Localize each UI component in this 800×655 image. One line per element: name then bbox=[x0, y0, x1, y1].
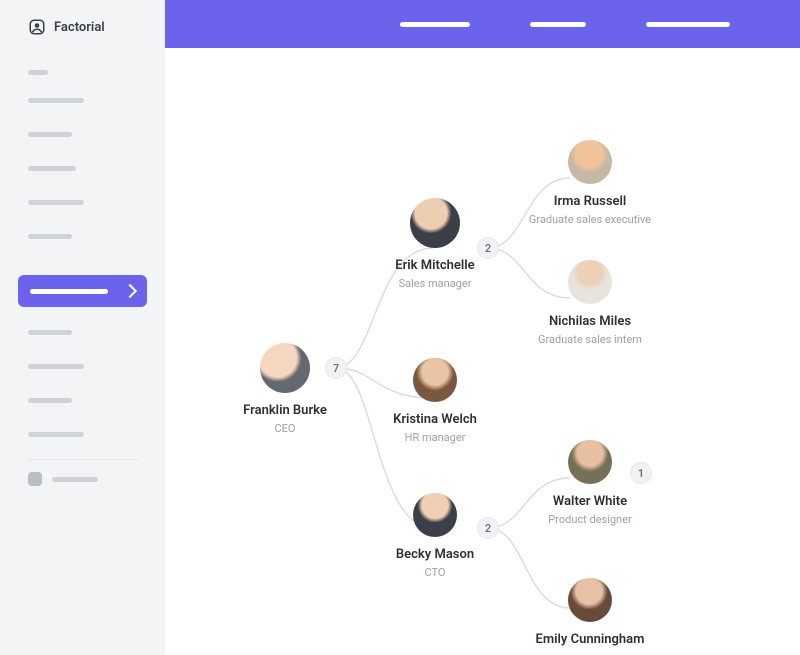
org-node[interactable]: Nichilas Miles Graduate sales intern bbox=[515, 260, 665, 346]
person-role: Sales manager bbox=[360, 277, 510, 290]
sidebar: Factorial bbox=[0, 0, 165, 655]
sidebar-item[interactable] bbox=[28, 357, 145, 375]
count-value: 2 bbox=[485, 242, 491, 255]
count-value: 2 bbox=[485, 522, 491, 535]
org-node[interactable]: Emily Cunningham bbox=[515, 578, 665, 651]
top-header bbox=[165, 0, 800, 48]
person-name: Irma Russell bbox=[515, 194, 665, 209]
count-value: 1 bbox=[638, 467, 644, 480]
nav-group-2 bbox=[0, 323, 165, 486]
sidebar-item[interactable] bbox=[28, 91, 145, 109]
org-node[interactable]: Irma Russell Graduate sales executive bbox=[515, 140, 665, 226]
avatar bbox=[568, 578, 612, 622]
sidebar-item[interactable] bbox=[28, 425, 145, 443]
main-content: Franklin Burke CEO 7 Erik Mitchelle Sale… bbox=[165, 48, 800, 655]
count-value: 7 bbox=[333, 362, 339, 375]
reports-count-badge[interactable]: 1 bbox=[630, 462, 652, 484]
header-nav-item[interactable] bbox=[646, 22, 730, 27]
org-chart[interactable]: Franklin Burke CEO 7 Erik Mitchelle Sale… bbox=[165, 48, 800, 655]
sidebar-item-label bbox=[52, 477, 98, 482]
person-name: Franklin Burke bbox=[210, 403, 360, 418]
avatar bbox=[568, 140, 612, 184]
person-role: CTO bbox=[360, 566, 510, 579]
sidebar-item[interactable] bbox=[28, 193, 145, 211]
avatar bbox=[413, 358, 457, 402]
person-name: Emily Cunningham bbox=[515, 632, 665, 647]
header-nav-item[interactable] bbox=[530, 22, 586, 27]
sidebar-item[interactable] bbox=[28, 159, 145, 177]
avatar bbox=[568, 260, 612, 304]
brand[interactable]: Factorial bbox=[0, 18, 165, 54]
avatar bbox=[413, 493, 457, 537]
reports-count-badge[interactable]: 2 bbox=[477, 517, 499, 539]
sidebar-item-label bbox=[30, 289, 108, 294]
person-name: Kristina Welch bbox=[360, 412, 510, 427]
person-role: Product designer bbox=[515, 513, 665, 526]
org-node[interactable]: Kristina Welch HR manager bbox=[360, 358, 510, 444]
avatar bbox=[410, 198, 460, 248]
header-nav-item[interactable] bbox=[400, 22, 470, 27]
avatar bbox=[260, 343, 310, 393]
person-role: Graduate sales intern bbox=[515, 333, 665, 346]
sidebar-item[interactable] bbox=[28, 125, 145, 143]
person-role: HR manager bbox=[360, 431, 510, 444]
sidebar-footer-item[interactable] bbox=[28, 472, 145, 486]
sidebar-item[interactable] bbox=[28, 227, 145, 245]
person-role: Graduate sales executive bbox=[515, 213, 665, 226]
person-role: CEO bbox=[210, 422, 360, 435]
sidebar-item[interactable] bbox=[28, 323, 145, 341]
brand-name: Factorial bbox=[54, 20, 105, 35]
sidebar-item-active[interactable] bbox=[18, 275, 147, 307]
person-name: Nichilas Miles bbox=[515, 314, 665, 329]
reports-count-badge[interactable]: 2 bbox=[477, 237, 499, 259]
reports-count-badge[interactable]: 7 bbox=[325, 357, 347, 379]
person-name: Walter White bbox=[515, 494, 665, 509]
divider bbox=[28, 459, 138, 460]
avatar bbox=[568, 440, 612, 484]
sidebar-item[interactable] bbox=[28, 391, 145, 409]
nav-section-heading bbox=[28, 70, 48, 75]
square-icon bbox=[28, 472, 42, 486]
chevron-right-icon bbox=[123, 284, 137, 298]
nav-group-1 bbox=[0, 54, 165, 263]
brand-icon bbox=[28, 18, 46, 36]
person-name: Erik Mitchelle bbox=[360, 258, 510, 273]
person-name: Becky Mason bbox=[360, 547, 510, 562]
